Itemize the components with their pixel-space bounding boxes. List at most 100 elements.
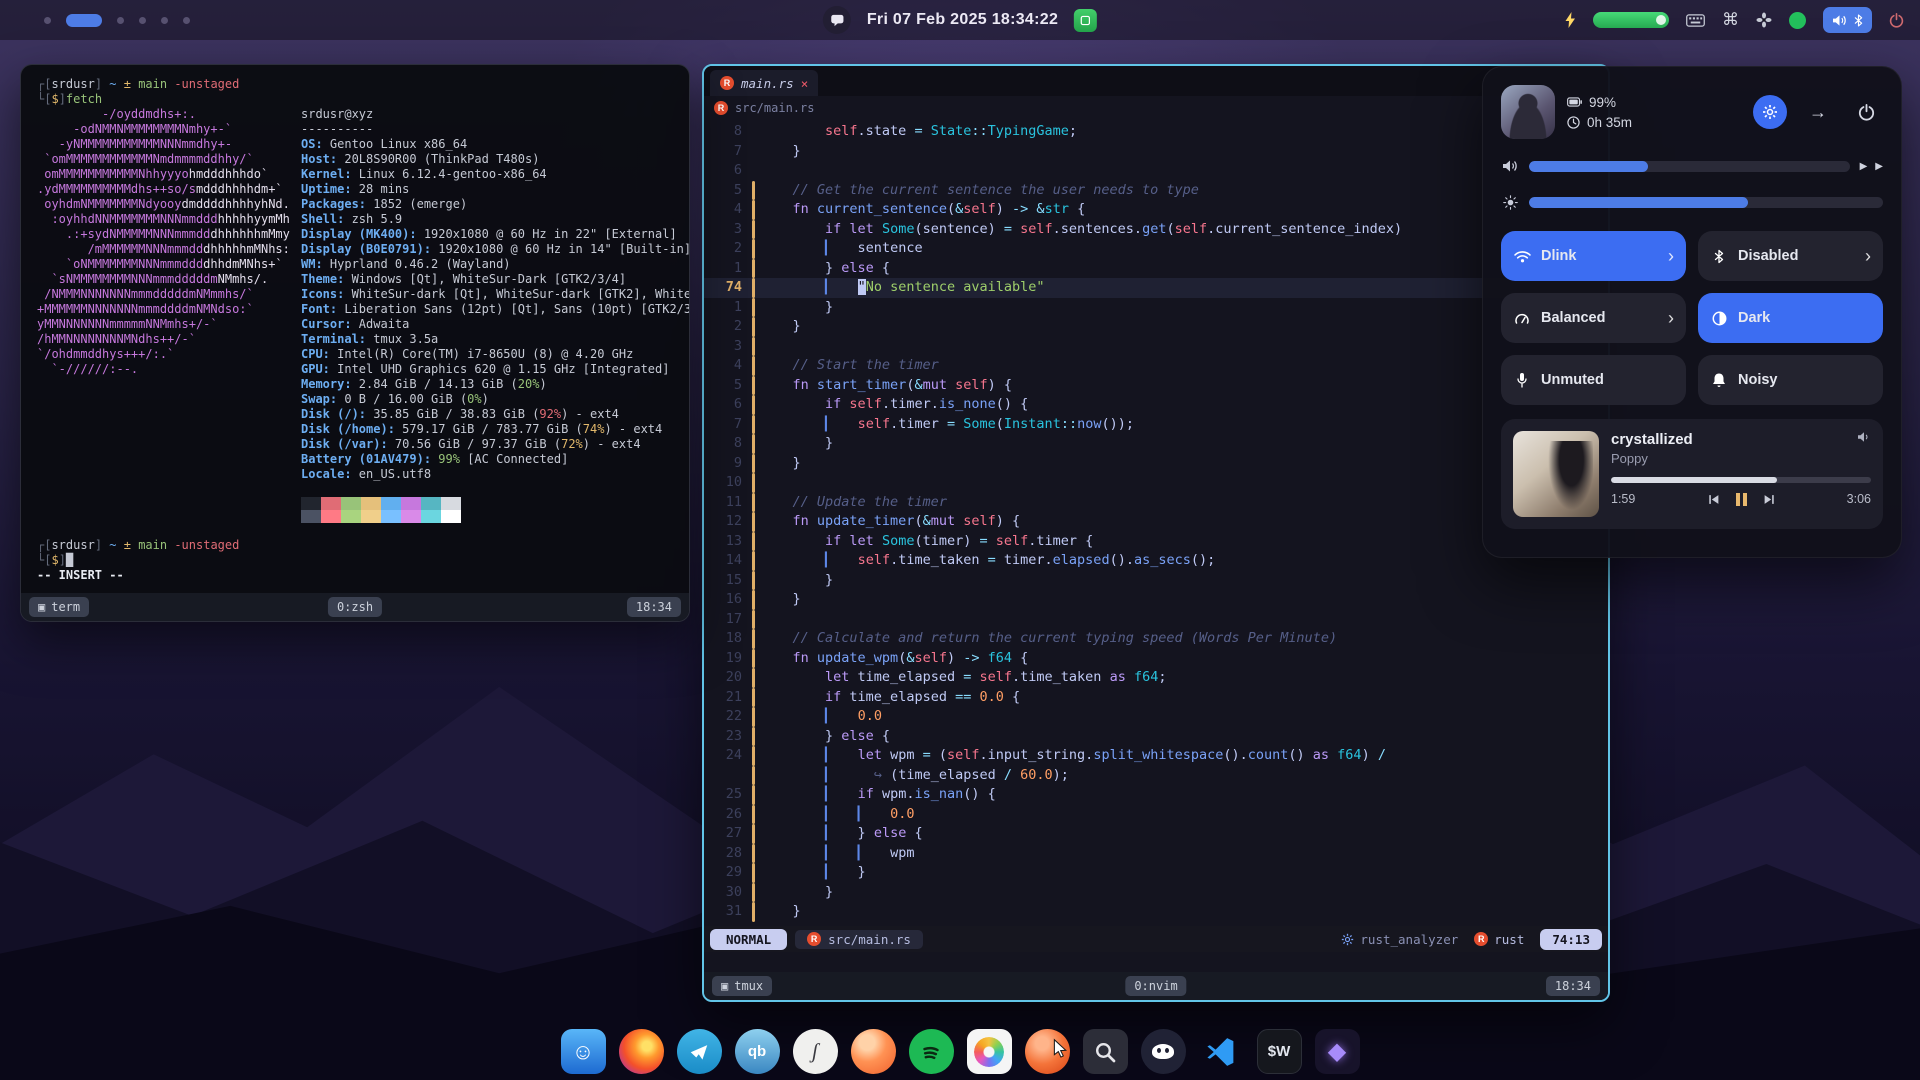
- bluetooth-icon: [1854, 14, 1863, 27]
- toggle-dlink[interactable]: Dlink ›: [1501, 231, 1686, 281]
- fan-icon[interactable]: [1756, 12, 1772, 28]
- media-progress-bar[interactable]: [1611, 477, 1871, 483]
- toggle-dark[interactable]: Dark: [1698, 293, 1883, 343]
- terminal-content[interactable]: ┌[srdusr] ~ ± main -unstaged└[$]fetch -/…: [21, 65, 689, 593]
- keyboard-icon[interactable]: [1686, 14, 1705, 27]
- dock-icon-vscode[interactable]: [1199, 1029, 1244, 1074]
- gitsign-column: [750, 415, 760, 435]
- dock-icon-photos[interactable]: [967, 1029, 1012, 1074]
- toggle-label: Disabled: [1738, 248, 1798, 264]
- power-icon[interactable]: [1889, 13, 1904, 28]
- dock-icon-firefox[interactable]: [619, 1029, 664, 1074]
- toggle-balanced[interactable]: Balanced›: [1501, 293, 1686, 343]
- chevron-right-icon[interactable]: ›: [1865, 246, 1871, 267]
- toggle-label: Dlink: [1541, 248, 1576, 264]
- power-button[interactable]: [1849, 95, 1883, 129]
- media-output-icon[interactable]: [1857, 431, 1871, 443]
- dock-icon-telegram[interactable]: [677, 1029, 722, 1074]
- code-line: 6: [704, 161, 1608, 181]
- editor-statusline: NORMAL R src/main.rs rust_analyzer R rus…: [704, 926, 1608, 952]
- volume-output-icons[interactable]: ▶ ▶: [1860, 161, 1883, 172]
- palette-swatch: [401, 497, 421, 510]
- system-info-line: Display (B0E0791): 1920x1080 @ 60 Hz in …: [301, 242, 689, 257]
- audio-device-pill[interactable]: [1823, 7, 1872, 33]
- next-track-button[interactable]: [1762, 494, 1776, 505]
- workspace-dot[interactable]: [44, 17, 51, 24]
- tab-close-icon[interactable]: ×: [801, 76, 809, 91]
- bluetooth-icon: [1710, 249, 1728, 264]
- workspace-dot[interactable]: [161, 17, 168, 24]
- system-stats: 99% 0h 35m: [1567, 95, 1632, 130]
- system-info-line: Cursor: Adwaita: [301, 317, 689, 332]
- editor-winbar: R src/main.rs: [704, 96, 1608, 120]
- tab-main-rs[interactable]: R main.rs ×: [710, 70, 818, 96]
- gitsign-column: [750, 376, 760, 396]
- workspace-active[interactable]: [66, 14, 102, 27]
- dock-icon-discord[interactable]: [1141, 1029, 1186, 1074]
- dock-icon-notes[interactable]: ʃ: [793, 1029, 838, 1074]
- toggle-noisy[interactable]: Noisy: [1698, 355, 1883, 405]
- gitsign-column: [750, 200, 760, 220]
- line-number: 9: [704, 454, 750, 474]
- chevron-right-icon[interactable]: ›: [1668, 308, 1674, 329]
- arrow-right-icon: →: [1809, 102, 1827, 123]
- gitsign-column: [750, 863, 760, 883]
- ascii-art-line: -odNMMNMMMMMMMMNmhy+-`: [37, 122, 301, 137]
- code-text: fn update_wpm(&self) -> f64 {: [760, 649, 1608, 669]
- dock-icon-peach[interactable]: [851, 1029, 896, 1074]
- dock-icon-spotify[interactable]: [909, 1029, 954, 1074]
- code-text: ▎ ▎ wpm: [760, 844, 1608, 864]
- code-text: ▎ "No sentence available": [760, 278, 1608, 298]
- settings-button[interactable]: [1753, 95, 1787, 129]
- workspace-dot[interactable]: [183, 17, 190, 24]
- dock-icon-wallet[interactable]: $W: [1257, 1029, 1302, 1074]
- code-line: 29 ▎ }: [704, 863, 1608, 883]
- code-line: 4 // Start the timer: [704, 356, 1608, 376]
- toggle-unmuted[interactable]: Unmuted: [1501, 355, 1686, 405]
- clock[interactable]: Fri 07 Feb 2025 18:34:22: [867, 11, 1058, 29]
- notifications-icon[interactable]: [823, 6, 851, 34]
- workspace-dot[interactable]: [117, 17, 124, 24]
- dock-icon-obsidian[interactable]: ◆: [1315, 1029, 1360, 1074]
- ascii-art-line: `-//////:--.: [37, 362, 301, 377]
- line-number: 74: [704, 278, 750, 298]
- previous-track-button[interactable]: [1707, 494, 1721, 505]
- tmux-clock: 18:34: [636, 599, 672, 615]
- line-number: 11: [704, 493, 750, 513]
- green-tray-icon[interactable]: [1074, 9, 1097, 32]
- code-line: 7 }: [704, 142, 1608, 162]
- chevron-right-icon: ▶: [1875, 161, 1883, 172]
- chevron-right-icon[interactable]: ›: [1668, 246, 1674, 267]
- tmux-window-pill[interactable]: 0:zsh: [328, 597, 382, 617]
- tmux-window-pill[interactable]: 0:nvim: [1125, 976, 1186, 996]
- spotify-tray-icon[interactable]: [1789, 12, 1806, 29]
- code-area[interactable]: 8 self.state = State::TypingGame;7 }65 /…: [704, 120, 1608, 926]
- code-text: // Start the timer: [760, 356, 1608, 376]
- brightness-slider[interactable]: [1529, 197, 1883, 208]
- code-text: }: [760, 454, 1608, 474]
- mouse-pointer: [1050, 1038, 1071, 1059]
- ascii-art-line: `omMMMMMMMMMMMMNmdmmmmddhhy/`: [37, 152, 301, 167]
- code-line: 8 }: [704, 434, 1608, 454]
- gitsign-column: [750, 824, 760, 844]
- toggle-disabled[interactable]: Disabled ›: [1698, 231, 1883, 281]
- battery-indicator[interactable]: [1593, 12, 1669, 28]
- gitsign-column: [750, 395, 760, 415]
- dock-icon-finder[interactable]: ☺: [561, 1029, 606, 1074]
- command-line[interactable]: [704, 952, 1608, 972]
- pause-button[interactable]: [1736, 493, 1747, 506]
- dock-icon-search[interactable]: [1083, 1029, 1128, 1074]
- system-info-line: CPU: Intel(R) Core(TM) i7-8650U (8) @ 4.…: [301, 347, 689, 362]
- play-icon: ▶: [1860, 161, 1868, 172]
- code-text: }: [760, 317, 1608, 337]
- code-text: ▎ self.timer = Some(Instant::now());: [760, 415, 1608, 435]
- workspace-dot[interactable]: [139, 17, 146, 24]
- gitsign-column: [750, 298, 760, 318]
- volume-slider[interactable]: [1529, 161, 1850, 172]
- line-number: 25: [704, 785, 750, 805]
- system-tray: ⌘: [1565, 0, 1904, 40]
- dock-icon-qbittorrent[interactable]: qb: [735, 1029, 780, 1074]
- code-text: fn update_timer(&mut self) {: [760, 512, 1608, 532]
- command-key-icon[interactable]: ⌘: [1722, 10, 1739, 30]
- logout-button[interactable]: →: [1801, 95, 1835, 129]
